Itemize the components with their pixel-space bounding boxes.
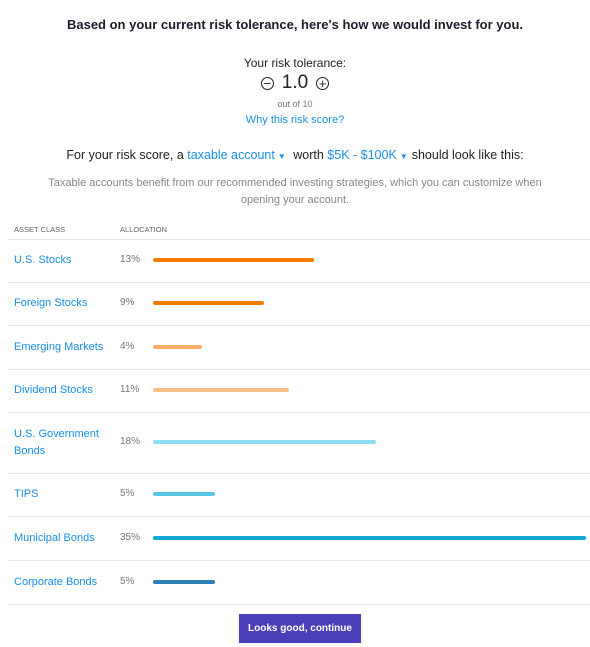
allocation-bar (153, 535, 586, 540)
table-header: ASSET CLASS ALLOCATION (8, 223, 590, 240)
table-row: Emerging Markets 4% (8, 326, 590, 370)
sentence-suffix: should look like this: (411, 148, 524, 162)
header-asset-class: ASSET CLASS (14, 225, 66, 234)
allocation-percent: 11% (120, 384, 140, 395)
caret-down-icon: ▼ (399, 152, 408, 161)
allocation-table: U.S. Stocks 13% Foreign Stocks 9% Emerging M… (8, 240, 590, 605)
plus-circle-icon[interactable]: + (316, 76, 330, 90)
allocation-bar (153, 579, 215, 584)
continue-button[interactable]: Looks good, continue (239, 614, 361, 643)
asset-class-link[interactable]: Corporate Bonds (14, 574, 109, 591)
table-row: Foreign Stocks 9% (8, 283, 590, 326)
allocation-bar (153, 492, 215, 496)
table-row: U.S. Government Bonds 18% (8, 413, 590, 474)
table-row: U.S. Stocks 13% (8, 240, 590, 283)
risk-stepper: − 1.0 + (0, 72, 590, 94)
risk-tolerance-label: Your risk tolerance: (243, 56, 347, 70)
description: Taxable accounts benefit from our recomm… (48, 177, 542, 206)
allocation-percent: 5% (120, 488, 135, 499)
amount-dropdown[interactable]: $5K - $100K ▼ (327, 148, 411, 162)
account-sentence: For your risk score, a taxable account ▼ … (0, 148, 590, 162)
asset-class-link[interactable]: Dividend Stocks (14, 382, 109, 399)
asset-class-link[interactable]: Municipal Bonds (14, 530, 109, 547)
out-of-label: out of 10 (277, 99, 313, 109)
allocation-bar (153, 440, 376, 444)
allocation-percent: 9% (120, 297, 135, 308)
asset-class-link[interactable]: Foreign Stocks (14, 295, 109, 312)
asset-class-link[interactable]: Emerging Markets (14, 339, 109, 356)
caret-down-icon: ▼ (277, 152, 286, 161)
header-allocation: ALLOCATION (120, 225, 167, 234)
amount-value: $5K - $100K (327, 148, 397, 162)
table-row: Dividend Stocks 11% (8, 370, 590, 413)
sentence-middle: worth (293, 148, 324, 162)
allocation-percent: 4% (120, 340, 135, 352)
account-type-dropdown[interactable]: taxable account ▼ (187, 148, 289, 162)
why-risk-score-link[interactable]: Why this risk score? (0, 114, 590, 126)
allocation-percent: 18% (120, 436, 141, 447)
allocation-bar (153, 258, 314, 262)
allocation-percent: 35% (120, 531, 141, 543)
sentence-prefix: For your risk score, a (66, 148, 184, 162)
table-row: TIPS 5% (8, 474, 590, 517)
risk-score: 1.0 (281, 72, 309, 93)
minus-circle-icon[interactable]: − (260, 76, 274, 90)
allocation-bar (153, 344, 203, 349)
asset-class-link[interactable]: TIPS (14, 486, 109, 503)
asset-class-link[interactable]: U.S. Stocks (14, 252, 109, 269)
allocation-percent: 13% (120, 254, 141, 265)
table-row: Municipal Bonds 35% (8, 517, 590, 561)
asset-class-link[interactable]: U.S. Government Bonds (14, 426, 109, 460)
table-row: Corporate Bonds 5% (8, 561, 590, 605)
page-title: Based on your current risk tolerance, he… (66, 17, 524, 32)
allocation-bar (153, 388, 290, 392)
allocation-percent: 5% (120, 575, 135, 587)
allocation-bar (153, 301, 265, 305)
account-type-value: taxable account (187, 148, 275, 162)
